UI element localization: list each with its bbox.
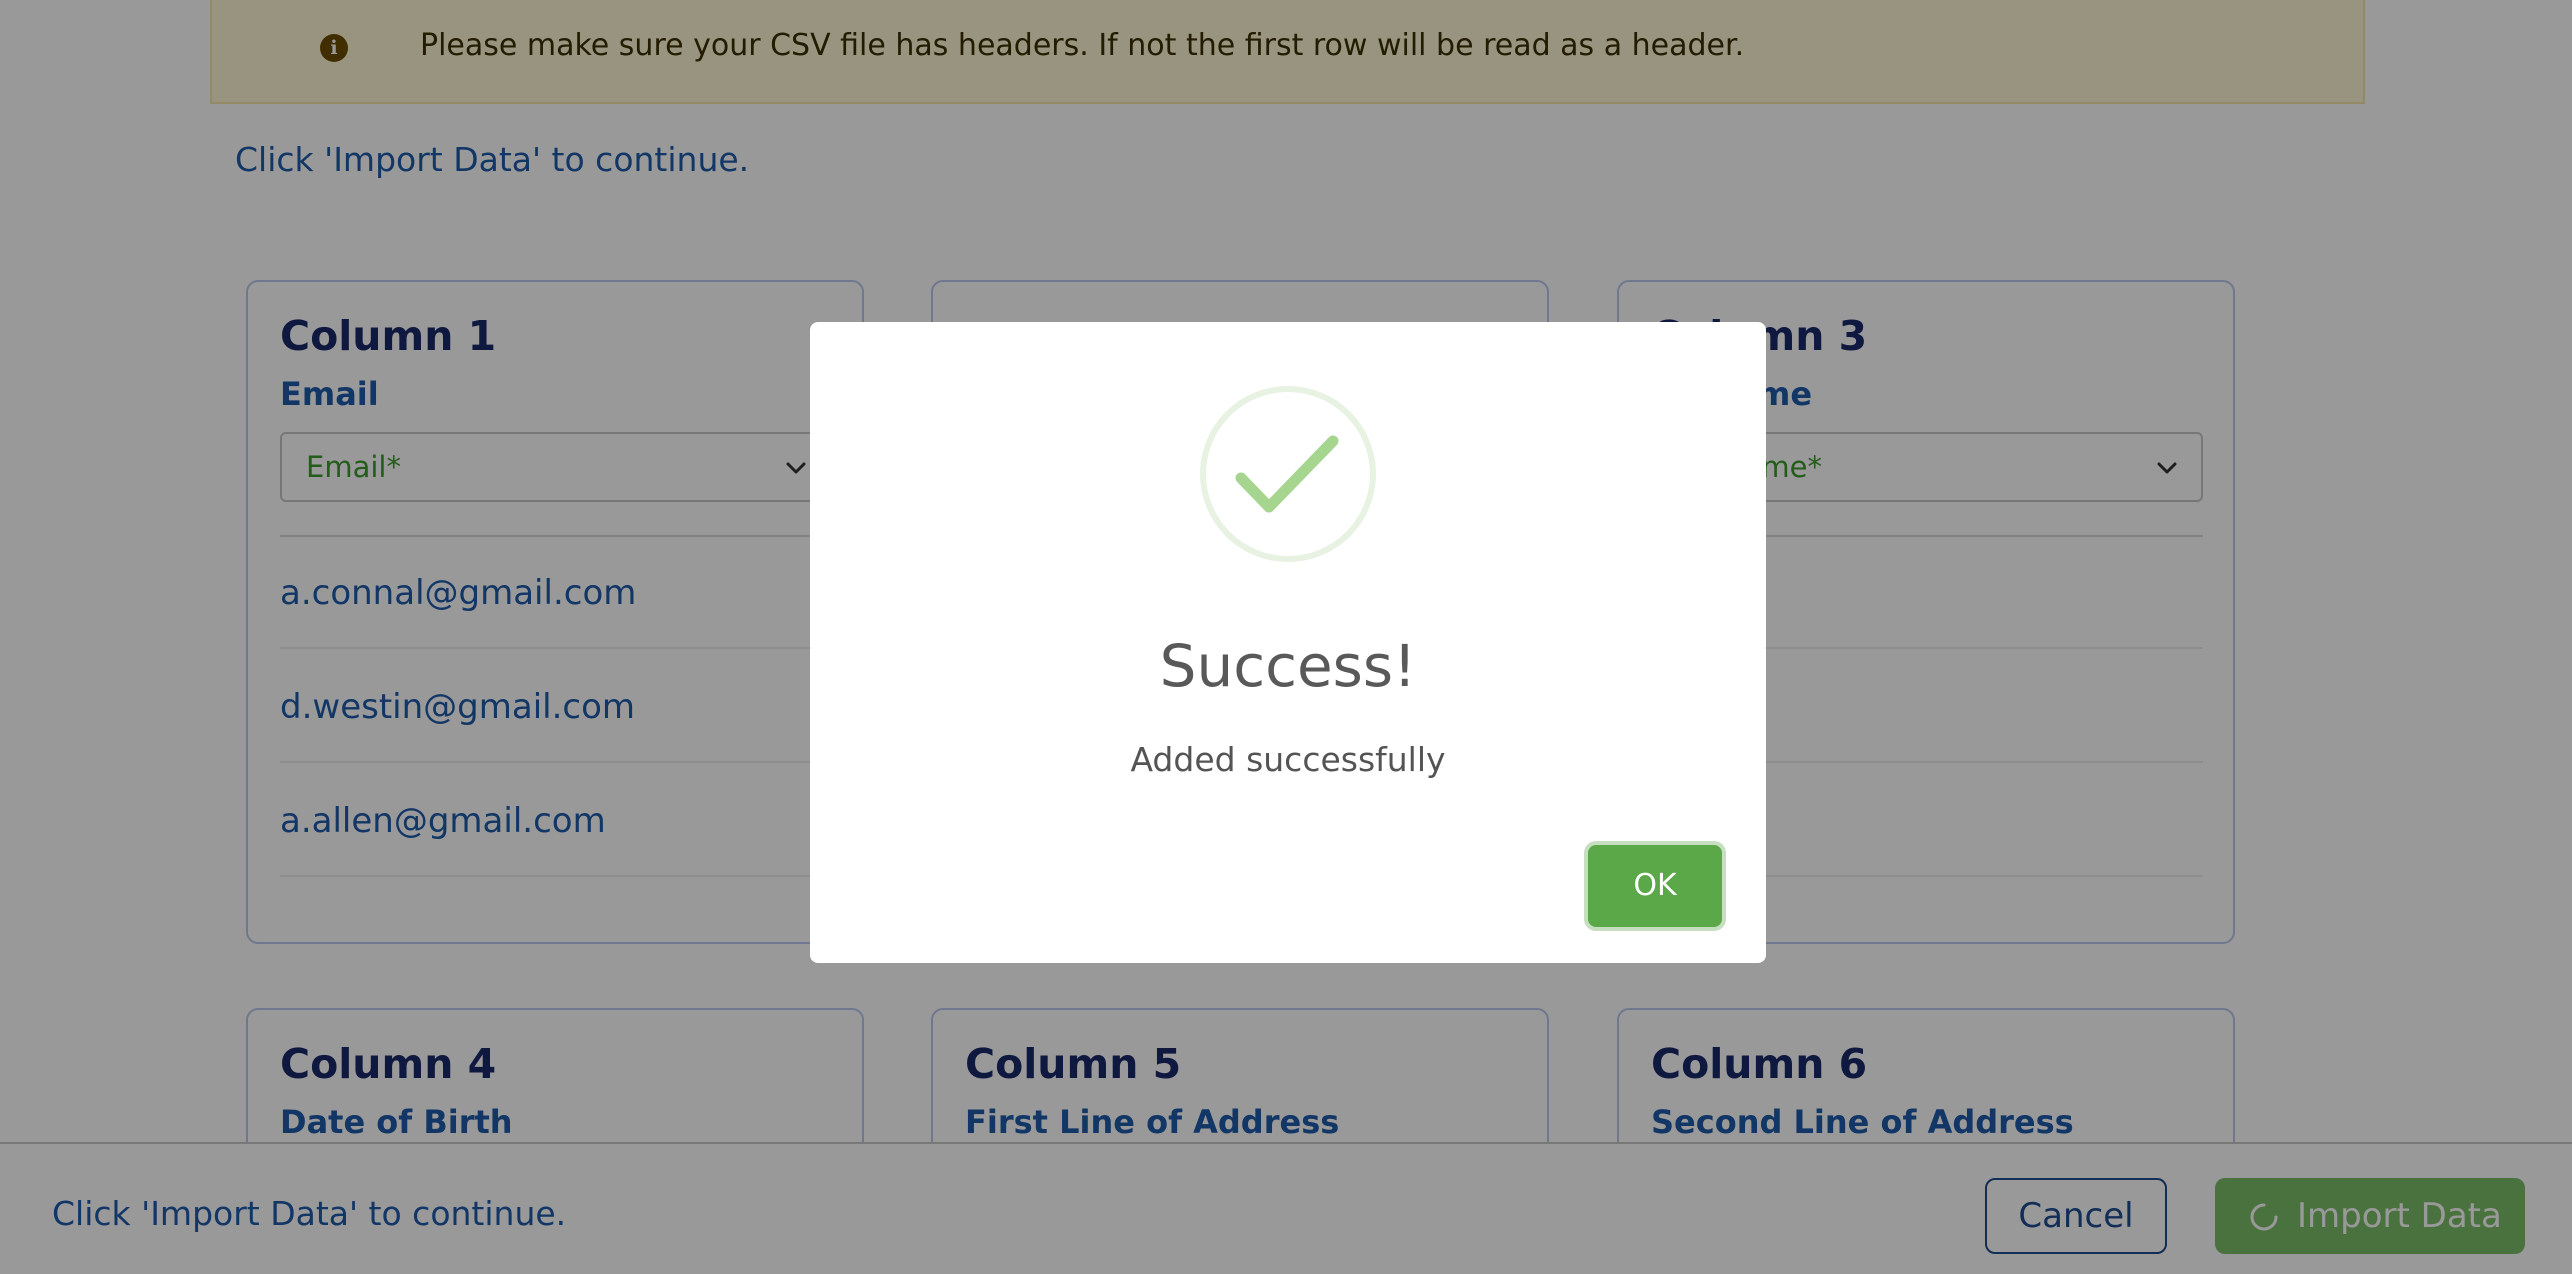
success-check-icon	[1200, 386, 1376, 562]
dialog-message: Added successfully	[1130, 740, 1446, 779]
ok-button[interactable]: OK	[1588, 845, 1722, 927]
success-dialog: Success! Added successfully OK	[810, 322, 1766, 963]
dialog-title: Success!	[1159, 632, 1417, 700]
